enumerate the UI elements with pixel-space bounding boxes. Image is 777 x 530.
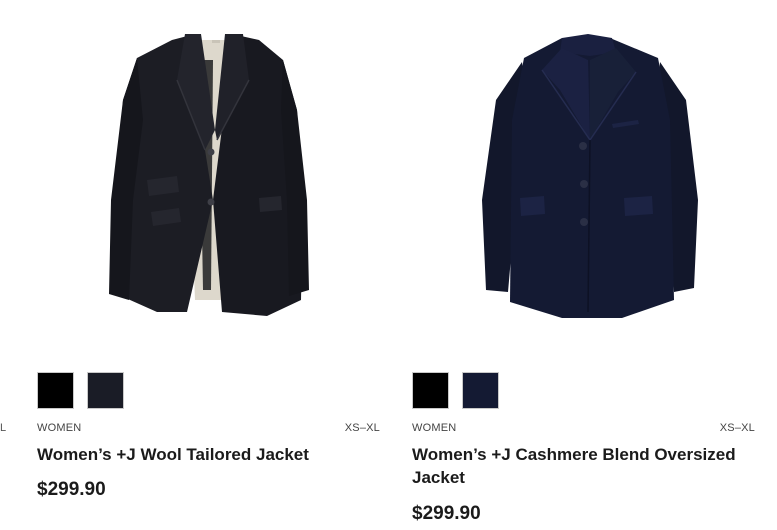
color-swatch-navy[interactable]: [87, 372, 124, 409]
color-swatch-navy[interactable]: [462, 372, 499, 409]
product-card[interactable]: WOMEN XS–XL Women’s +J Cashmere Blend Ov…: [412, 0, 755, 530]
size-range: XS–XL: [719, 422, 755, 434]
product-name-link[interactable]: Women’s +J Wool Tailored Jacket: [37, 443, 380, 466]
size-range: XS–XL: [344, 422, 380, 434]
product-image[interactable]: [37, 0, 380, 345]
product-card[interactable]: WOMEN XS–XL Women’s +J Wool Tailored Jac…: [37, 0, 380, 530]
color-swatches: [412, 372, 499, 410]
product-price: $299.90: [412, 503, 481, 524]
color-swatch-black[interactable]: [412, 372, 449, 409]
color-swatch-black[interactable]: [37, 372, 74, 409]
gender-category: WOMEN: [37, 422, 82, 434]
product-meta: WOMEN XS–XL: [37, 421, 380, 435]
product-meta: WOMEN XS–XL: [412, 421, 755, 435]
oversized-jacket-image: [482, 34, 698, 318]
product-price: $299.90: [37, 479, 106, 500]
tailored-jacket-image: [109, 34, 309, 316]
gender-category: WOMEN: [412, 422, 457, 434]
product-image[interactable]: [412, 0, 755, 345]
adjacent-card-size-fragment: L: [0, 422, 7, 434]
color-swatches: [37, 372, 124, 410]
product-name-link[interactable]: Women’s +J Cashmere Blend Oversized Jack…: [412, 443, 755, 489]
